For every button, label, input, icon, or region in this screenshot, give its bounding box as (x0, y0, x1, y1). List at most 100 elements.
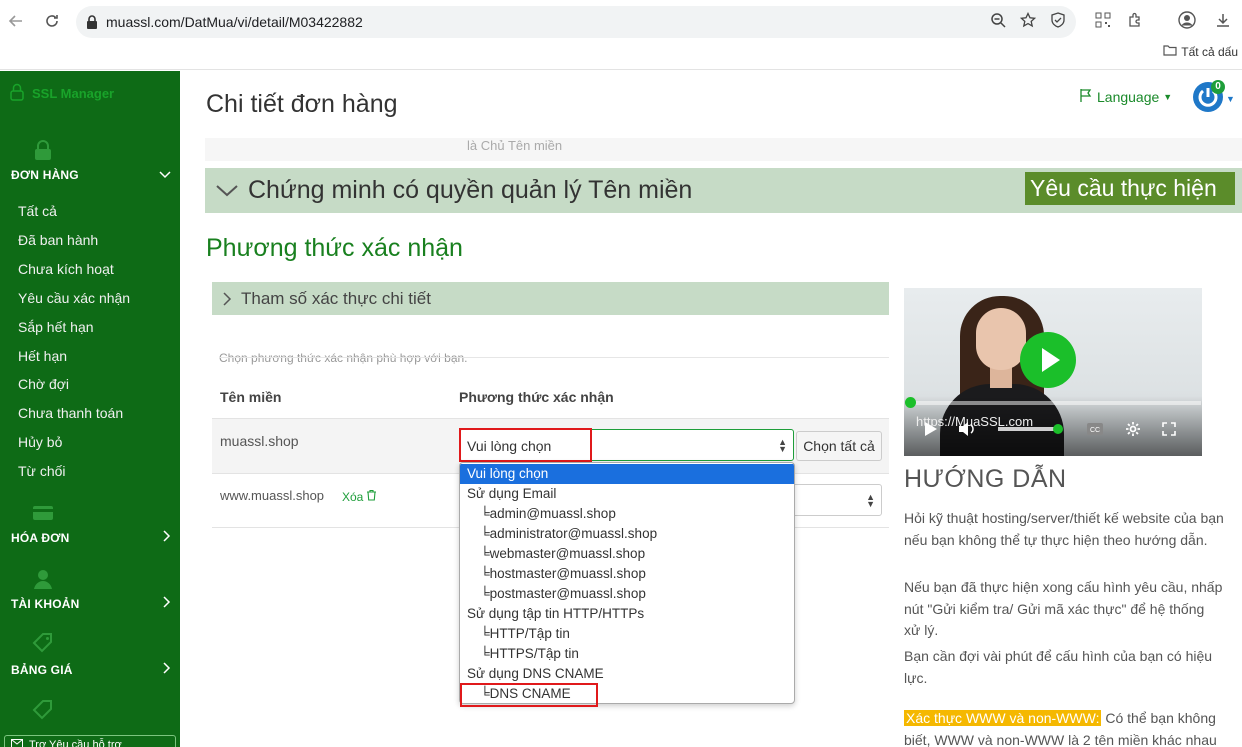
sidebar-item-expired[interactable]: Hết hạn (18, 348, 67, 364)
trash-icon (366, 489, 377, 504)
folder-icon (1163, 44, 1177, 59)
proof-title: Chứng minh có quyền quản lý Tên miền (248, 176, 693, 204)
option-hostmaster-email[interactable]: ╘hostmaster@muassl.shop (460, 564, 794, 584)
lock-icon (32, 139, 54, 160)
section-pricing[interactable]: BẢNG GIÁ (11, 662, 171, 677)
sidebar-item-verify[interactable]: Yêu cầu xác nhận (18, 290, 130, 306)
section-orders-title: ĐƠN HÀNG (11, 168, 79, 182)
shield-icon[interactable] (1050, 11, 1066, 33)
chevron-right-icon (222, 292, 232, 311)
notification-badge: 0 (1211, 80, 1225, 94)
caret-down-icon: ▼ (1163, 91, 1173, 102)
settings-gear-icon[interactable] (1124, 420, 1142, 438)
chevron-right-icon (163, 530, 171, 545)
sidebar-item-expiring[interactable]: Sắp hết hạn (18, 319, 94, 335)
option-http-file[interactable]: ╘HTTP/Tập tin (460, 624, 794, 644)
divider (219, 357, 889, 358)
www-tag: Xác thực WWW và non-WWW: (904, 710, 1102, 726)
language-dropdown[interactable]: Language ▼ (1079, 88, 1172, 105)
user-icon (32, 568, 54, 589)
col-method-header: Phương thức xác nhận (459, 389, 614, 405)
domain-cell: muassl.shop (220, 433, 299, 449)
option-webmaster-email[interactable]: ╘webmaster@muassl.shop (460, 544, 794, 564)
presenter-face (976, 308, 1026, 370)
download-icon[interactable] (1212, 9, 1234, 31)
params-title: Tham số xác thực chi tiết (241, 289, 431, 308)
delete-link[interactable]: Xóa (342, 489, 377, 504)
address-bar[interactable]: muassl.com/DatMua/vi/detail/M03422882 (76, 6, 1076, 38)
brand[interactable]: SSL Manager (10, 83, 114, 104)
domain-cell: www.muassl.shop (220, 488, 325, 503)
browser-chrome: muassl.com/DatMua/vi/detail/M03422882 Tấ… (0, 0, 1242, 70)
select-arrows-icon: ▲ ▼ (778, 437, 787, 454)
option-please-choose[interactable]: Vui lòng chọn (460, 464, 794, 484)
guide-title: HƯỚNG DẪN (904, 465, 1067, 493)
info-strip: là Chủ Tên miền (205, 138, 1242, 161)
volume-handle[interactable] (1053, 424, 1063, 434)
reload-icon[interactable] (40, 9, 64, 33)
sidebar-item-cancelled[interactable]: Hủy bỏ (18, 434, 62, 450)
section-orders[interactable]: ĐƠN HÀNG (11, 168, 171, 182)
svg-text:CC: CC (1090, 427, 1100, 434)
volume-icon[interactable] (958, 420, 976, 438)
profile-icon[interactable] (1176, 9, 1198, 31)
brand-name: SSL Manager (32, 86, 115, 101)
tag-icon (32, 699, 54, 720)
mail-icon (11, 738, 23, 747)
guide-paragraph: Nếu bạn đã thực hiện xong cấu hình yêu c… (904, 579, 1223, 638)
delete-label: Xóa (342, 489, 364, 504)
method-dropdown[interactable]: Vui lòng chọn Sử dụng Email ╘admin@muass… (459, 462, 795, 704)
option-admin-email[interactable]: ╘admin@muassl.shop (460, 504, 794, 524)
option-https-file[interactable]: ╘HTTPS/Tập tin (460, 644, 794, 664)
section-account[interactable]: TÀI KHOẢN (11, 596, 171, 611)
request-badge: Yêu cầu thực hiện (1025, 172, 1235, 205)
support-request[interactable]: Trợ Yêu cầu hỗ trợ (4, 735, 176, 747)
play-small-icon[interactable] (922, 420, 940, 438)
page-title: Chi tiết đơn hàng (206, 90, 398, 118)
highlight-box (459, 428, 592, 462)
extensions-icon[interactable] (1124, 9, 1146, 31)
url-text: muassl.com/DatMua/vi/detail/M03422882 (106, 14, 363, 30)
user-caret-icon[interactable]: ▼ (1226, 94, 1235, 104)
params-panel[interactable]: Tham số xác thực chi tiết (212, 282, 889, 315)
lock-logo-icon (10, 83, 24, 104)
highlight-box (460, 683, 598, 707)
lock-icon (86, 15, 98, 29)
all-bookmarks[interactable]: Tất cả dấu (1163, 44, 1238, 59)
video-progress[interactable] (909, 401, 1201, 405)
captions-icon[interactable]: CC (1086, 420, 1104, 438)
option-group-dns: Sử dụng DNS CNAME (467, 666, 604, 681)
sidebar: SSL Manager ĐƠN HÀNG Tất cả Đã ban hành … (0, 71, 180, 747)
guide-paragraph-www: Xác thực WWW và non-WWW: Có thể bạn khôn… (904, 708, 1224, 747)
progress-handle[interactable] (905, 397, 916, 408)
play-icon[interactable] (1020, 332, 1076, 388)
price-tag-icon (32, 632, 54, 653)
sidebar-item-waiting[interactable]: Chờ đợi (18, 376, 69, 392)
choose-all-button[interactable]: Chọn tất cả (796, 431, 882, 461)
section-invoices[interactable]: HÓA ĐƠN (11, 530, 171, 545)
sidebar-item-rejected[interactable]: Từ chối (18, 463, 66, 479)
star-icon[interactable] (1019, 11, 1037, 33)
option-administrator-email[interactable]: ╘administrator@muassl.shop (460, 524, 794, 544)
sidebar-item-inactive[interactable]: Chưa kích hoạt (18, 261, 114, 277)
section-pricing-title: BẢNG GIÁ (11, 662, 73, 677)
invoice-icon (32, 505, 54, 525)
hint-text: Chọn phương thức xác nhận phù hợp với bạ… (219, 351, 468, 365)
sidebar-item-all[interactable]: Tất cả (18, 203, 57, 219)
zoom-out-icon[interactable] (990, 12, 1006, 33)
chevron-right-icon (163, 596, 171, 611)
option-group-email: Sử dụng Email (467, 486, 557, 501)
qr-icon[interactable] (1092, 9, 1114, 31)
section-account-title: TÀI KHOẢN (11, 596, 80, 611)
sidebar-item-issued[interactable]: Đã ban hành (18, 232, 98, 248)
chevron-down-icon (159, 168, 171, 182)
fullscreen-icon[interactable] (1160, 420, 1178, 438)
section-invoices-title: HÓA ĐƠN (11, 530, 70, 545)
sidebar-item-unpaid[interactable]: Chưa thanh toán (18, 405, 123, 421)
option-postmaster-email[interactable]: ╘postmaster@muassl.shop (460, 584, 794, 604)
volume-slider[interactable] (998, 427, 1058, 431)
option-group-http: Sử dụng tập tin HTTP/HTTPs (467, 606, 645, 621)
back-arrow-icon[interactable] (4, 9, 28, 33)
flag-icon (1079, 88, 1093, 105)
strip-text: là Chủ Tên miền (467, 138, 563, 153)
